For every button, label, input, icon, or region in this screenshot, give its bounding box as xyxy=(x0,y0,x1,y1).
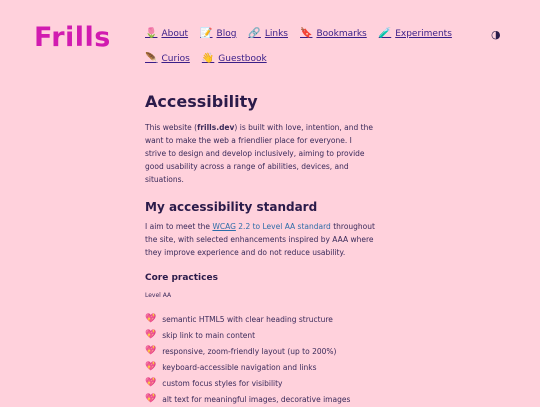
level-label: Level AA xyxy=(145,292,172,299)
feather-icon: 🪶 xyxy=(145,53,158,64)
core-practices-heading: Core practices xyxy=(145,273,218,283)
standard-paragraph: I aim to meet the WCAG 2.2 to Level AA s… xyxy=(145,222,375,257)
nav-link-curios[interactable]: 🪶 Curios xyxy=(145,53,190,64)
heart-icon: 💖 xyxy=(145,314,157,324)
bookmark-icon: 🔖 xyxy=(300,28,313,39)
nav-row-2: 🪶 Curios 👋 Guestbook xyxy=(145,53,445,64)
practices-list: 💖 semantic HTML5 with clear heading struc… xyxy=(145,311,375,407)
nav-link-bookmarks[interactable]: 🔖 Bookmarks xyxy=(300,28,367,39)
site-name: frills.dev xyxy=(197,123,235,132)
nav-label: Links xyxy=(264,28,288,39)
list-item: 💖 keyboard-accessible navigation and link… xyxy=(145,362,317,372)
standard-heading: My accessibility standard xyxy=(145,200,318,214)
theme-toggle-icon[interactable]: ◑ xyxy=(491,28,501,41)
site-logo[interactable]: Frills xyxy=(34,22,111,53)
nav-link-blog[interactable]: 📝 Blog xyxy=(200,28,236,39)
nav-link-links[interactable]: 🔗 Links xyxy=(248,28,288,39)
list-item: 💖 custom focus styles for visibility xyxy=(145,378,283,388)
nav-label: About xyxy=(161,28,189,39)
waving-hand-icon: 👋 xyxy=(201,53,215,64)
main-content: Accessibility This website (frills.dev) … xyxy=(145,92,375,407)
heart-icon: 💖 xyxy=(145,378,157,388)
wcag-link[interactable]: WCAG 2.2 to Level AA standard xyxy=(212,222,330,231)
heart-icon: 💖 xyxy=(145,330,157,340)
memo-icon: 📝 xyxy=(200,28,213,39)
main-nav: 🌷 About 📝 Blog 🔗 Links 🔖 Bookmarks 🧪 Experime… xyxy=(145,28,452,78)
heart-icon: 💖 xyxy=(145,346,157,356)
nav-link-about[interactable]: 🌷 About xyxy=(145,28,188,39)
link-icon: 🔗 xyxy=(248,28,261,39)
nav-label: Experiments xyxy=(395,28,452,39)
list-item: 💖 semantic HTML5 with clear heading struc… xyxy=(145,314,333,324)
tulip-icon: 🌷 xyxy=(145,28,158,39)
list-item: 💖 responsive, zoom-friendly layout (up to… xyxy=(145,346,337,356)
intro-paragraph: This website (frills.dev) is built with … xyxy=(145,123,373,184)
nav-label: Curios xyxy=(161,53,190,64)
heart-icon: 💖 xyxy=(145,362,157,372)
nav-label: Bookmarks xyxy=(316,28,367,39)
list-item: 💖 skip link to main content xyxy=(145,330,256,340)
nav-label: Guestbook xyxy=(218,53,267,64)
heart-icon: 💖 xyxy=(145,394,157,404)
test-tube-icon: 🧪 xyxy=(378,28,392,39)
nav-row-1: 🌷 About 📝 Blog 🔗 Links 🔖 Bookmarks 🧪 Experime… xyxy=(145,28,452,39)
nav-link-experiments[interactable]: 🧪 Experiments xyxy=(379,28,452,39)
page-title: Accessibility xyxy=(145,92,258,111)
nav-link-guestbook[interactable]: 👋 Guestbook xyxy=(202,53,267,64)
nav-label: Blog xyxy=(216,28,237,39)
wcag-abbr: WCAG xyxy=(212,222,236,231)
